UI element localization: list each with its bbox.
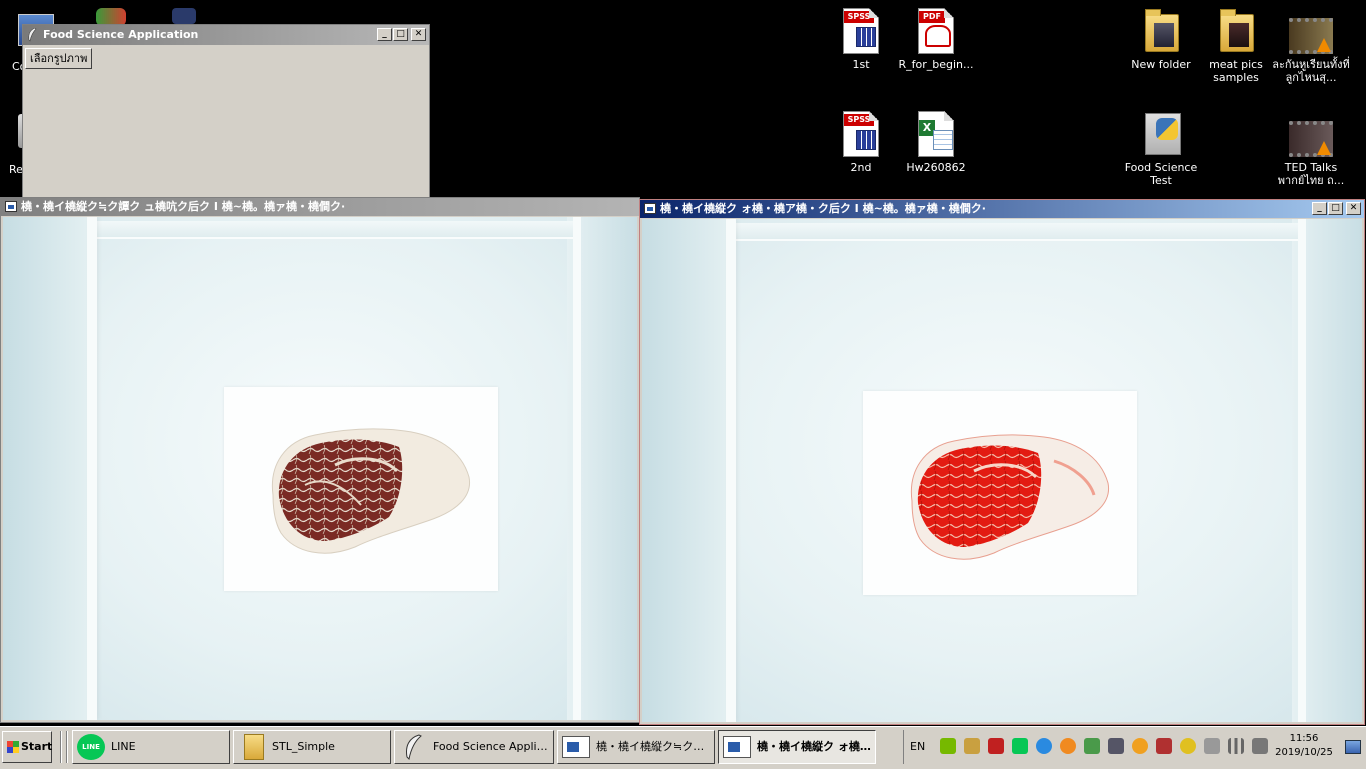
taskbar-item-label: LINE (111, 740, 136, 753)
processed-image-window[interactable]: 橈・橈イ橈縦ク ォ橈・橈ア橈・ク后ク I 橈~橈。橈ァ橈・橈僴ク· _ □ ✕ (639, 199, 1365, 725)
close-button[interactable]: ✕ (1346, 202, 1361, 215)
separator (60, 731, 62, 763)
desktop-icon-1st[interactable]: SPSS 1st (821, 8, 901, 71)
taskbar-item-original-image[interactable]: 橈・橈イ橈縦ク≒ク譚ク... (557, 730, 715, 764)
desktop-icon-label: Food Science Test (1124, 161, 1198, 187)
highlighted-steak-image (910, 434, 1110, 560)
desktop-icon-label: Re (9, 163, 23, 176)
desktop-icon-label: TED Talks พากย์ไทย ถ... (1277, 161, 1345, 187)
language-indicator[interactable]: EN (910, 730, 925, 764)
spss-data-icon: SPSS (841, 8, 881, 54)
minimize-button[interactable]: _ (377, 28, 392, 41)
close-button[interactable]: ✕ (411, 28, 426, 41)
desktop-icon-meat-pics-samples[interactable]: meat pics samples (1196, 8, 1276, 84)
desktop-icon-new-folder[interactable]: New folder (1121, 8, 1201, 71)
title-bar[interactable]: Food Science Application (23, 25, 429, 45)
food-science-app-window[interactable]: Food Science Application _ □ ✕ เลือกรูปภ… (22, 24, 430, 202)
desktop-icon-food-science-test[interactable]: Food Science Test (1121, 111, 1201, 187)
desktop-icon-2nd[interactable]: SPSS 2nd (821, 111, 901, 174)
taskbar-item-line[interactable]: LINE LINE (72, 730, 230, 764)
taskbar-item-label: Food Science Applicat... (433, 740, 549, 753)
update-icon[interactable] (1132, 738, 1148, 754)
excel-icon: X (916, 111, 956, 157)
acrobat-icon[interactable] (988, 738, 1004, 754)
desktop-icon-label: R_for_begin... (898, 58, 974, 71)
folder-icon (244, 734, 264, 760)
tool-icon[interactable] (964, 738, 980, 754)
taskbar-item-label: 橈・橈イ橈縦ク≒ク譚ク... (596, 740, 710, 753)
meat-photo (642, 219, 1362, 722)
taskbar-item-label: STL_Simple (272, 740, 335, 753)
raw-steak-image (271, 428, 471, 554)
security-icon[interactable] (1180, 738, 1196, 754)
taskbar: Start LINE LINE STL_Simple Food Science … (0, 726, 1366, 769)
taskbar-item-processed-image[interactable]: 橈・橈イ橈縦ク ォ橈・... (718, 730, 876, 764)
line-tray-icon[interactable] (1012, 738, 1028, 754)
original-image-window[interactable]: 橈・橈イ橈縦ク≒ク譚ク ュ橈吭ク后ク I 橈~橈。橈ァ橈・橈僴ク· (0, 197, 640, 723)
show-desktop-icon[interactable] (1345, 740, 1361, 754)
desktop-icon-thai-video[interactable]: ละกันหูเรียนทั้งที่ ลูกไหนสุ... (1271, 8, 1351, 84)
window-title: 橈・橈イ橈縦ク≒ク譚ク ュ橈吭ク后ク I 橈~橈。橈ァ橈・橈僴ク· (21, 200, 346, 213)
desktop-icon-partial (172, 8, 196, 24)
taskbar-item-label: 橈・橈イ橈縦ク ォ橈・... (757, 740, 871, 753)
lightning-icon[interactable] (1036, 738, 1052, 754)
window-title: Food Science Application (43, 28, 199, 41)
video-icon (1289, 111, 1333, 157)
start-button[interactable]: Start (2, 731, 52, 763)
monitor-icon[interactable] (1108, 738, 1124, 754)
window-title: 橈・橈イ橈縦ク ォ橈・橈ア橈・ク后ク I 橈~橈。橈ァ橈・橈僴ク· (660, 202, 986, 215)
desktop-icon-label: 2nd (850, 161, 872, 174)
folder-icon (1216, 8, 1256, 52)
video-icon (1289, 8, 1333, 54)
folder-icon (1141, 8, 1181, 52)
minimize-button[interactable]: _ (1312, 202, 1327, 215)
desktop-icon-hw260862[interactable]: X Hw260862 (896, 111, 976, 174)
system-tray: EN 11:56 2019/10/25 (903, 730, 1366, 764)
maximize-button[interactable]: □ (1328, 202, 1343, 215)
desktop-icon-label: meat pics samples (1209, 58, 1263, 84)
title-bar[interactable]: 橈・橈イ橈縦ク ォ橈・橈ア橈・ク后ク I 橈~橈。橈ァ橈・橈僴ク· (640, 200, 1364, 218)
feather-icon (406, 734, 422, 760)
desktop-icon-label: 1st (852, 58, 870, 71)
clock[interactable]: 11:56 2019/10/25 (1269, 732, 1339, 760)
desktop-icon-r-for-beginners[interactable]: PDF R_for_begin... (896, 8, 976, 71)
volume-icon[interactable] (1252, 738, 1268, 754)
network-error-icon[interactable] (1156, 738, 1172, 754)
spss-data-icon: SPSS (841, 111, 881, 157)
desktop-icon-ted-talks[interactable]: TED Talks พากย์ไทย ถ... (1271, 111, 1351, 187)
window-icon (644, 203, 656, 214)
choose-image-button[interactable]: เลือกรูปภาพ (25, 48, 93, 69)
window-icon (5, 201, 17, 212)
desktop-icon-label: New folder (1131, 58, 1191, 71)
desktop-icon-label: ละกันหูเรียนทั้งที่ ลูกไหนสุ... (1272, 58, 1350, 84)
line-icon: LINE (77, 734, 105, 760)
title-bar[interactable]: 橈・橈イ橈縦ク≒ク譚ク ュ橈吭ク后ク I 橈~橈。橈ァ橈・橈僴ク· (1, 198, 639, 216)
taskbar-item-stl-simple[interactable]: STL_Simple (233, 730, 391, 764)
windows-logo-icon (7, 741, 19, 753)
signal-icon[interactable] (1228, 738, 1244, 754)
start-label: Start (21, 740, 53, 753)
clock-time: 11:56 (1289, 733, 1319, 744)
pdf-icon: PDF (916, 8, 956, 54)
clock-date: 2019/10/25 (1275, 747, 1333, 758)
check-icon[interactable] (1084, 738, 1100, 754)
meat-photo (3, 217, 637, 720)
image-window-icon (723, 736, 751, 758)
usb-icon[interactable] (1204, 738, 1220, 754)
taskbar-item-food-science-app[interactable]: Food Science Applicat... (394, 730, 554, 764)
separator (66, 731, 68, 763)
desktop-icon-label: Hw260862 (906, 161, 966, 174)
maximize-button[interactable]: □ (393, 28, 408, 41)
orange-ball-icon[interactable] (1060, 738, 1076, 754)
python-file-icon (1141, 111, 1181, 155)
nvidia-icon[interactable] (940, 738, 956, 754)
image-window-icon (562, 736, 590, 758)
feather-icon (28, 28, 37, 42)
